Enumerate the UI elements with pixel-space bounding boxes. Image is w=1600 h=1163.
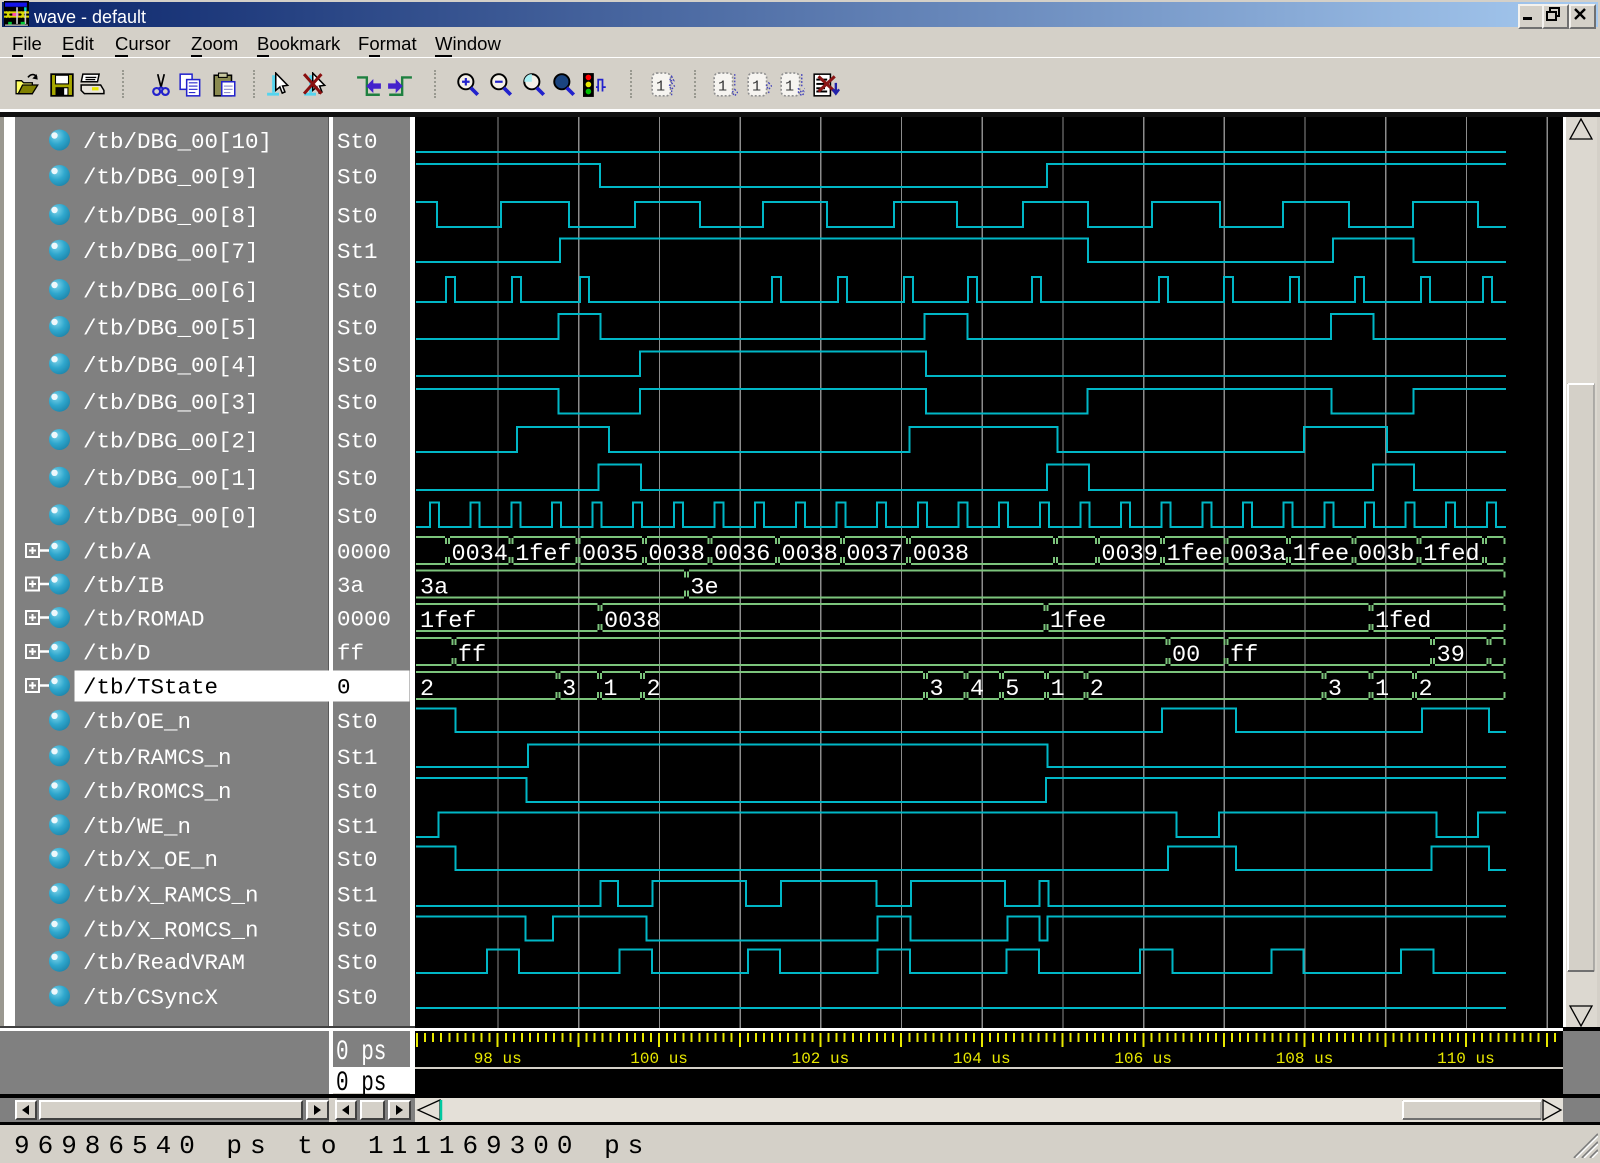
svg-text:St0: St0 <box>337 316 378 342</box>
svg-text:/tb/DBG_00[8]: /tb/DBG_00[8] <box>83 204 259 230</box>
svg-text:St0: St0 <box>337 466 378 492</box>
svg-text:106 us: 106 us <box>1114 1050 1172 1067</box>
svg-text:2: 2 <box>1419 676 1433 703</box>
svg-text:St0: St0 <box>337 390 378 416</box>
svg-text:2: 2 <box>420 676 434 703</box>
svg-text:1: 1 <box>656 77 665 95</box>
svg-text:0038: 0038 <box>648 541 704 568</box>
svg-text:/tb/TState: /tb/TState <box>83 675 218 701</box>
svg-text:St1: St1 <box>337 745 378 771</box>
svg-text:1fed: 1fed <box>1375 608 1431 635</box>
svg-text:4: 4 <box>970 676 984 703</box>
svg-text:1: 1 <box>752 77 761 95</box>
svg-text:St0: St0 <box>337 429 378 455</box>
svg-text:/tb/DBG_00[10]: /tb/DBG_00[10] <box>83 129 272 155</box>
svg-text:/tb/DBG_00[9]: /tb/DBG_00[9] <box>83 165 259 191</box>
svg-text:/tb/WE_n: /tb/WE_n <box>83 814 191 840</box>
svg-text:1: 1 <box>1051 676 1065 703</box>
svg-text:/tb/X_OE_n: /tb/X_OE_n <box>83 847 218 873</box>
svg-text:1fef: 1fef <box>420 608 476 635</box>
svg-text:St0: St0 <box>337 847 378 873</box>
svg-text:/tb/DBG_00[2]: /tb/DBG_00[2] <box>83 429 259 455</box>
svg-text:003b: 003b <box>1358 541 1414 568</box>
svg-text:2: 2 <box>1090 676 1104 703</box>
svg-text:1: 1 <box>1375 676 1389 703</box>
svg-text:39: 39 <box>1437 642 1465 669</box>
svg-text:0: 0 <box>337 675 351 701</box>
svg-text:0038: 0038 <box>913 541 969 568</box>
svg-text:/tb/IB: /tb/IB <box>83 573 164 599</box>
svg-text:0000: 0000 <box>337 540 391 566</box>
svg-text:/tb/D: /tb/D <box>83 641 151 667</box>
svg-text:0036: 0036 <box>714 541 770 568</box>
svg-text:3: 3 <box>1328 676 1342 703</box>
svg-text:ff: ff <box>337 641 364 667</box>
svg-text:1: 1 <box>603 676 617 703</box>
svg-text:/tb/X_RAMCS_n: /tb/X_RAMCS_n <box>83 883 259 909</box>
svg-text:St0: St0 <box>337 353 378 379</box>
svg-text:/tb/ROMAD: /tb/ROMAD <box>83 607 205 633</box>
svg-text:ff: ff <box>1230 642 1258 669</box>
svg-text:3: 3 <box>930 676 944 703</box>
svg-text:St0: St0 <box>337 204 378 230</box>
svg-text:00: 00 <box>1172 642 1200 669</box>
svg-text:1fed: 1fed <box>1423 541 1479 568</box>
svg-text:3a: 3a <box>337 573 364 599</box>
svg-text:1: 1 <box>718 77 727 95</box>
svg-text:102 us: 102 us <box>792 1050 850 1067</box>
svg-text:/tb/X_ROMCS_n: /tb/X_ROMCS_n <box>83 918 259 944</box>
svg-text:St1: St1 <box>337 814 378 840</box>
svg-text:St0: St0 <box>337 985 378 1011</box>
svg-text:St0: St0 <box>337 918 378 944</box>
svg-text:St0: St0 <box>337 279 378 305</box>
svg-text:/tb/DBG_00[7]: /tb/DBG_00[7] <box>83 239 259 265</box>
svg-text:St0: St0 <box>337 779 378 805</box>
svg-text:/tb/DBG_00[5]: /tb/DBG_00[5] <box>83 316 259 342</box>
svg-text:/tb/DBG_00[3]: /tb/DBG_00[3] <box>83 390 259 416</box>
svg-text:1fee: 1fee <box>1050 608 1106 635</box>
svg-text:/tb/CSyncX: /tb/CSyncX <box>83 985 219 1011</box>
svg-text:104 us: 104 us <box>953 1050 1011 1067</box>
svg-text:/tb/RAMCS_n: /tb/RAMCS_n <box>83 745 232 771</box>
svg-text:003a: 003a <box>1230 541 1286 568</box>
svg-text:3: 3 <box>562 676 576 703</box>
svg-text:St0: St0 <box>337 504 378 530</box>
svg-text:St0: St0 <box>337 709 378 735</box>
svg-text:3a: 3a <box>420 575 448 602</box>
svg-text:0034: 0034 <box>452 541 508 568</box>
svg-text:0035: 0035 <box>582 541 638 568</box>
svg-text:ff: ff <box>458 642 486 669</box>
svg-text:/tb/ROMCS_n: /tb/ROMCS_n <box>83 779 232 805</box>
svg-text:1fee: 1fee <box>1167 541 1223 568</box>
svg-text:St0: St0 <box>337 165 378 191</box>
svg-text:1fee: 1fee <box>1293 541 1349 568</box>
svg-text:/tb/DBG_00[0]: /tb/DBG_00[0] <box>83 504 259 530</box>
svg-text:St0: St0 <box>337 950 378 976</box>
svg-text:0038: 0038 <box>782 541 838 568</box>
svg-text:/tb/OE_n: /tb/OE_n <box>83 709 191 735</box>
svg-text:100 us: 100 us <box>630 1050 688 1067</box>
svg-text:0037: 0037 <box>846 541 902 568</box>
svg-text:St0: St0 <box>337 129 378 155</box>
svg-text:1: 1 <box>785 77 794 95</box>
svg-text:108 us: 108 us <box>1276 1050 1334 1067</box>
svg-text:110 us: 110 us <box>1437 1050 1495 1067</box>
svg-text:St1: St1 <box>337 239 378 265</box>
svg-text:/tb/DBG_00[6]: /tb/DBG_00[6] <box>83 279 259 305</box>
svg-text:98 us: 98 us <box>474 1050 522 1067</box>
svg-text:0038: 0038 <box>604 608 660 635</box>
svg-text:0039: 0039 <box>1101 541 1157 568</box>
svg-text:/tb/A: /tb/A <box>83 540 151 566</box>
svg-text:3e: 3e <box>690 575 718 602</box>
svg-text:/tb/DBG_00[1]: /tb/DBG_00[1] <box>83 466 259 492</box>
svg-text:1fef: 1fef <box>515 541 571 568</box>
svg-text:5: 5 <box>1005 676 1019 703</box>
svg-text:0000: 0000 <box>337 607 391 633</box>
svg-text:2: 2 <box>647 676 661 703</box>
svg-text:/tb/DBG_00[4]: /tb/DBG_00[4] <box>83 353 259 379</box>
svg-text:St1: St1 <box>337 883 378 909</box>
svg-text:/tb/ReadVRAM: /tb/ReadVRAM <box>83 950 245 976</box>
